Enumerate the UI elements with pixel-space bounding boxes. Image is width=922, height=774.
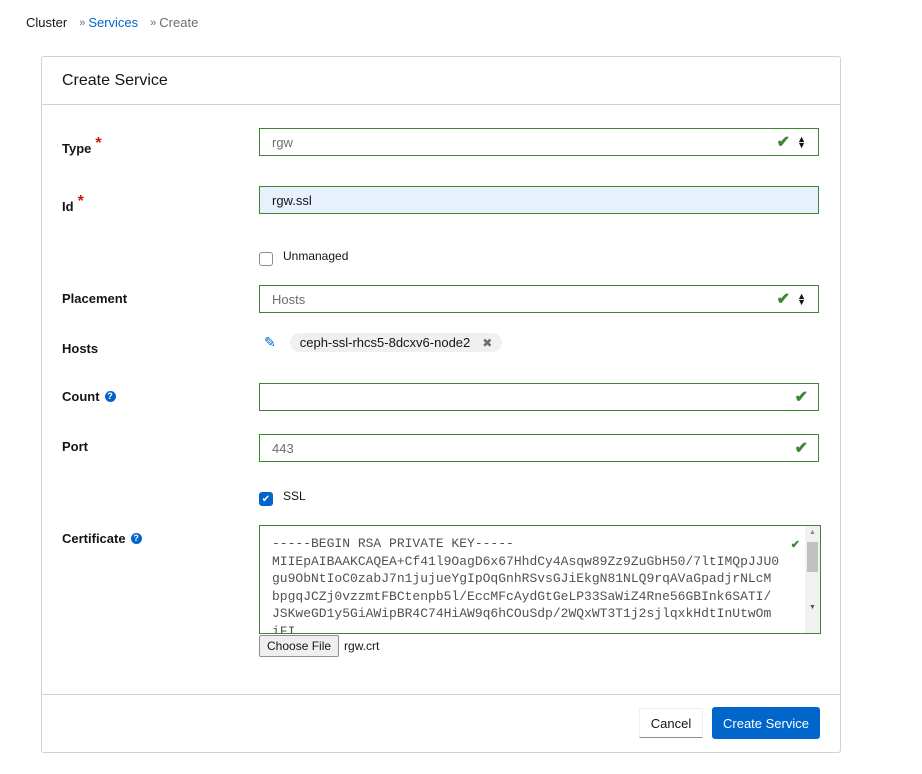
pencil-icon[interactable]: ✎	[264, 334, 276, 351]
host-chip-label: ceph-ssl-rhcs5-8dcxv6-node2	[299, 335, 471, 350]
unmanaged-checkbox[interactable]: Unmanaged	[259, 249, 349, 266]
host-chip: ceph-ssl-rhcs5-8dcxv6-node2 ✖	[289, 333, 503, 352]
port-input-value: 443	[272, 440, 294, 456]
scrollbar-thumb[interactable]	[807, 542, 818, 572]
ssl-label: SSL	[283, 489, 306, 503]
select-arrows-icon: ▲ ▼	[797, 291, 806, 307]
type-label: Type *	[62, 135, 102, 157]
id-input-value: rgw.ssl	[272, 192, 312, 208]
help-icon[interactable]: ?	[130, 533, 142, 544]
select-arrows-icon: ▲ ▼	[797, 134, 806, 150]
scroll-up-icon[interactable]: ▲	[809, 529, 816, 536]
help-icon[interactable]: ?	[104, 391, 116, 402]
valid-check-icon: ✔	[790, 539, 800, 551]
id-input[interactable]: rgw.ssl	[259, 186, 819, 214]
count-label: Count ?	[62, 389, 116, 404]
port-label: Port	[62, 439, 88, 454]
breadcrumb-create: Create	[159, 15, 199, 30]
placement-select[interactable]: Hosts ✔ ▲ ▼	[259, 285, 819, 313]
certificate-label-text: Certificate	[62, 531, 126, 546]
create-service-button[interactable]: Create Service	[712, 707, 820, 739]
valid-check-icon: ✔	[794, 389, 808, 406]
required-icon: *	[95, 135, 102, 152]
checkbox-icon[interactable]	[259, 252, 273, 266]
unmanaged-label: Unmanaged	[283, 249, 349, 263]
type-select[interactable]: rgw ✔ ▲ ▼	[259, 128, 819, 156]
type-label-text: Type	[62, 140, 92, 156]
required-icon: *	[77, 193, 84, 210]
count-input[interactable]: ✔	[259, 383, 819, 411]
count-label-text: Count	[62, 389, 100, 404]
hosts-selector: ✎ ceph-ssl-rhcs5-8dcxv6-node2 ✖	[264, 333, 503, 352]
placement-label: Placement	[62, 291, 128, 306]
certificate-label: Certificate ?	[62, 531, 142, 546]
port-input[interactable]: 443 ✔	[259, 434, 819, 462]
card-footer: Cancel Create Service	[42, 694, 840, 753]
breadcrumb-separator-icon: »	[79, 16, 86, 29]
ssl-checkbox[interactable]: ✔ SSL	[259, 489, 306, 506]
card-title: Create Service	[42, 57, 840, 105]
remove-chip-icon[interactable]: ✖	[482, 336, 492, 350]
certificate-textarea[interactable]: -----BEGIN RSA PRIVATE KEY----- MIIEpAIB…	[259, 525, 821, 634]
id-label-text: Id	[62, 198, 74, 214]
valid-check-icon: ✔	[776, 291, 790, 308]
checkbox-checked-icon[interactable]: ✔	[259, 492, 273, 506]
valid-check-icon: ✔	[794, 440, 808, 457]
valid-check-icon: ✔	[776, 134, 790, 151]
file-name: rgw.crt	[344, 639, 380, 653]
certificate-text: -----BEGIN RSA PRIVATE KEY----- MIIEpAIB…	[272, 536, 780, 634]
type-select-value: rgw	[272, 134, 293, 150]
create-service-card: Create Service Type * rgw ✔ ▲ ▼ Id * rgw.…	[41, 56, 841, 753]
cancel-button[interactable]: Cancel	[639, 708, 703, 738]
textarea-scrollbar[interactable]: ▲ ▼	[805, 526, 820, 633]
choose-file-button[interactable]: Choose File	[259, 635, 340, 657]
hosts-label: Hosts	[62, 341, 99, 356]
breadcrumb: Cluster » Services » Create	[26, 15, 198, 30]
file-upload: Choose File rgw.crt	[259, 635, 379, 657]
breadcrumb-services-link[interactable]: Services	[88, 15, 138, 30]
scroll-down-icon[interactable]: ▼	[809, 604, 816, 611]
id-label: Id *	[62, 193, 84, 215]
breadcrumb-cluster: Cluster	[26, 15, 68, 30]
breadcrumb-separator-icon: »	[150, 16, 157, 29]
placement-select-value: Hosts	[272, 291, 306, 307]
